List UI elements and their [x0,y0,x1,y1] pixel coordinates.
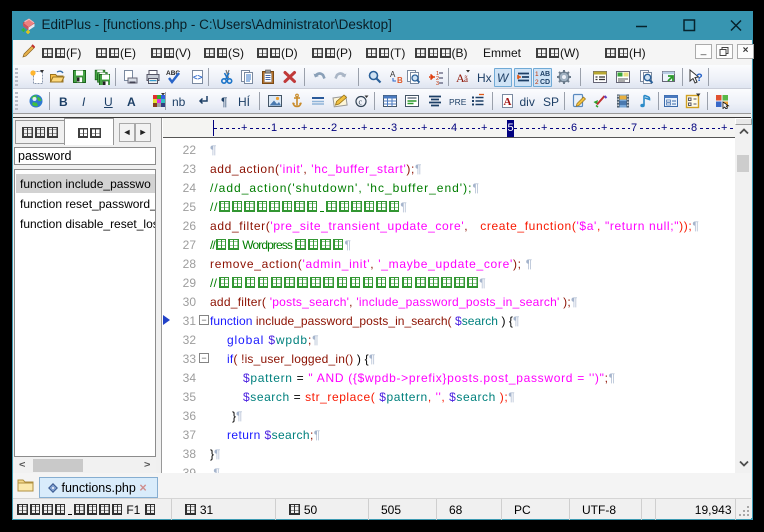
svg-text:ã: ã [464,74,468,84]
svg-text:B: B [397,76,403,85]
svg-text:A: A [390,70,396,79]
svg-text:3: 3 [436,81,439,85]
svg-text:<>: <> [193,73,203,82]
svg-text:?: ? [696,72,703,84]
svg-text:1: 1 [535,71,539,78]
svg-text:AB: AB [540,71,550,78]
svg-text:c: c [358,98,362,107]
svg-text:A: A [503,96,511,108]
svg-text:2: 2 [535,79,539,85]
svg-text:CD: CD [540,79,550,85]
